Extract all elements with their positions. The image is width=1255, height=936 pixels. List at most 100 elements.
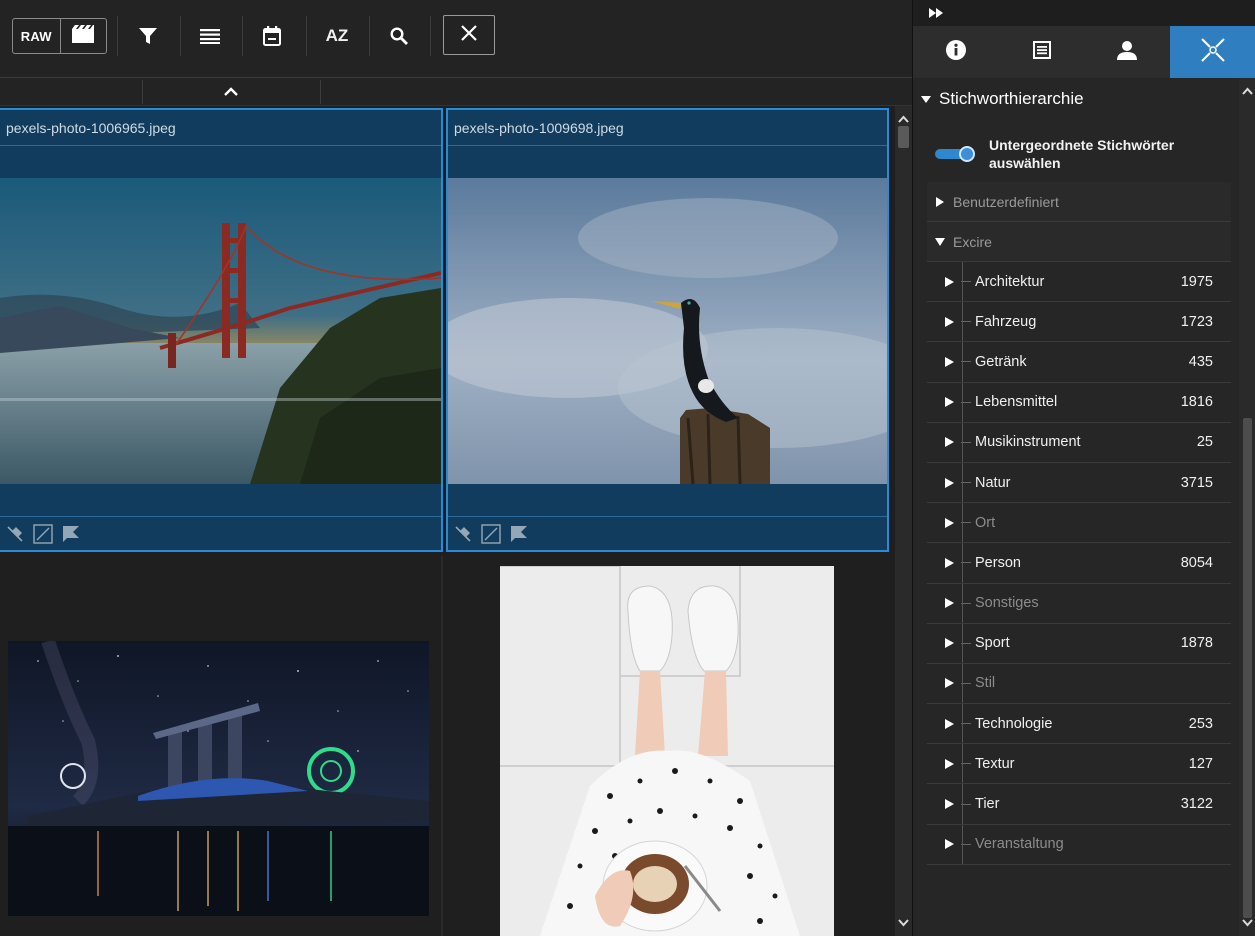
sort-az-button[interactable]: AZ — [321, 18, 353, 54]
date-sort-button[interactable] — [257, 18, 287, 54]
keyword-label: Lebensmittel — [975, 394, 1058, 411]
keyword-row[interactable]: Textur 127 — [927, 744, 1231, 785]
keyword-row[interactable]: Stil — [927, 663, 1231, 705]
unpin-icon[interactable] — [4, 523, 26, 545]
keyword-row[interactable]: Lebensmittel 1816 — [927, 382, 1231, 423]
caret-right-icon[interactable] — [927, 839, 961, 850]
sort-az-icon: AZ — [325, 26, 349, 45]
tab-metadata[interactable] — [999, 26, 1085, 78]
keyword-row[interactable]: Tier 3122 — [927, 784, 1231, 825]
panel-tabs — [913, 26, 1255, 78]
keyword-panel: Stichworthierarchie Untergeordnete Stich… — [912, 0, 1255, 936]
thumbnail-cell[interactable] — [446, 556, 889, 936]
scroll-down-icon[interactable] — [898, 914, 909, 932]
close-filter-button[interactable] — [443, 15, 495, 55]
caret-right-icon[interactable] — [927, 316, 961, 327]
caret-right-icon[interactable] — [927, 758, 961, 769]
keyword-row[interactable]: Getränk 435 — [927, 342, 1231, 383]
toolbar-separator — [117, 16, 118, 56]
scrollbar-thumb[interactable] — [1243, 418, 1252, 918]
caret-right-icon[interactable] — [927, 276, 961, 287]
no-rating-icon[interactable] — [480, 523, 502, 545]
caret-right-icon[interactable] — [927, 638, 961, 649]
keyword-row[interactable]: Veranstaltung — [927, 824, 1231, 865]
caret-right-icon[interactable] — [927, 678, 961, 689]
tab-info[interactable] — [913, 26, 999, 78]
keyword-label: Getränk — [975, 353, 1027, 370]
tree-line — [962, 462, 963, 503]
keyword-row[interactable]: Fahrzeug 1723 — [927, 302, 1231, 343]
caret-right-icon[interactable] — [927, 557, 961, 568]
tree-line — [962, 583, 963, 623]
caret-right-icon[interactable] — [927, 437, 961, 448]
thumbnail-cell[interactable]: pexels-photo-1009698.jpeg — [446, 108, 889, 552]
filter-button[interactable] — [133, 18, 163, 54]
thumbnail-cell[interactable]: pexels-photo-1006965.jpeg — [0, 108, 443, 552]
thumbnail-image-marina-bay[interactable] — [8, 641, 429, 916]
thumbnail-image-feet-coffee[interactable] — [500, 566, 834, 936]
thumbnail-image-cormorant[interactable] — [448, 178, 887, 484]
flag-icon[interactable] — [60, 523, 82, 545]
thumbnail-footer — [0, 516, 441, 550]
keyword-row[interactable]: Sonstiges — [927, 583, 1231, 624]
keyword-label: Tier — [975, 796, 1000, 813]
caret-right-icon[interactable] — [927, 517, 961, 528]
keyword-count: 1878 — [1180, 635, 1213, 652]
keyword-label: Fahrzeug — [975, 313, 1037, 330]
caret-right-icon[interactable] — [927, 718, 961, 729]
caret-down-icon[interactable] — [927, 237, 953, 246]
collapse-button[interactable] — [220, 82, 242, 102]
tab-keywords[interactable] — [1170, 26, 1255, 78]
keyword-row[interactable]: Sport 1878 — [927, 623, 1231, 664]
keyword-label: Sonstiges — [975, 595, 1039, 612]
thumbnail-filename: pexels-photo-1009698.jpeg — [448, 110, 887, 146]
select-children-toggle[interactable] — [935, 146, 975, 162]
keyword-row[interactable]: Architektur 1975 — [927, 262, 1231, 303]
keyword-list: Architektur 1975 Fahrzeug 1723 Getränk 435 Leb… — [927, 262, 1231, 865]
caret-right-icon[interactable] — [927, 196, 953, 207]
keyword-row[interactable]: Musikinstrument 25 — [927, 422, 1231, 463]
chevron-up-icon — [224, 83, 238, 101]
grid-scrollbar[interactable] — [895, 106, 912, 936]
tree-line — [962, 302, 963, 342]
unpin-icon[interactable] — [452, 523, 474, 545]
thumbnail-image-golden-gate[interactable] — [0, 178, 441, 484]
caret-right-icon[interactable] — [927, 598, 961, 609]
tab-people[interactable] — [1085, 26, 1171, 78]
toolbar-separator — [242, 16, 243, 56]
flag-icon[interactable] — [508, 523, 530, 545]
table-icon — [1032, 40, 1051, 64]
scrollbar-thumb[interactable] — [898, 126, 909, 148]
tree-line — [962, 503, 963, 543]
toolbar: RAW AZ — [0, 0, 912, 78]
list-view-button[interactable] — [195, 18, 225, 54]
keyword-row[interactable]: Person 8054 — [927, 543, 1231, 584]
caret-right-icon[interactable] — [927, 477, 961, 488]
group-benutzerdefiniert[interactable]: Benutzerdefiniert — [927, 182, 1231, 222]
tree-line — [962, 623, 963, 663]
caret-right-icon[interactable] — [927, 397, 961, 408]
raw-video-toggle-group: RAW — [12, 18, 107, 54]
keyword-count: 1975 — [1180, 273, 1213, 290]
scroll-down-icon[interactable] — [1242, 914, 1253, 932]
search-button[interactable] — [384, 18, 414, 54]
fast-forward-icon[interactable] — [929, 5, 943, 23]
keyword-row[interactable]: Technologie 253 — [927, 704, 1231, 745]
panel-scrollbar[interactable] — [1239, 78, 1255, 936]
group-excire[interactable]: Excire — [927, 222, 1231, 262]
keyword-row[interactable]: Ort — [927, 503, 1231, 544]
keyword-label: Person — [975, 554, 1021, 571]
scroll-up-icon[interactable] — [1242, 82, 1253, 100]
keyword-count: 3715 — [1180, 474, 1213, 491]
no-rating-icon[interactable] — [32, 523, 54, 545]
keyword-row[interactable]: Natur 3715 — [927, 462, 1231, 504]
section-header[interactable]: Stichworthierarchie — [921, 88, 1084, 110]
caret-right-icon[interactable] — [927, 799, 961, 810]
caret-right-icon[interactable] — [927, 356, 961, 367]
thumbnail-cell[interactable] — [0, 556, 443, 936]
video-filter-button[interactable] — [59, 19, 107, 53]
thumbnail-footer — [448, 516, 887, 550]
raw-filter-button[interactable]: RAW — [13, 19, 60, 53]
raw-label: RAW — [20, 28, 52, 44]
tree-line — [962, 422, 963, 462]
